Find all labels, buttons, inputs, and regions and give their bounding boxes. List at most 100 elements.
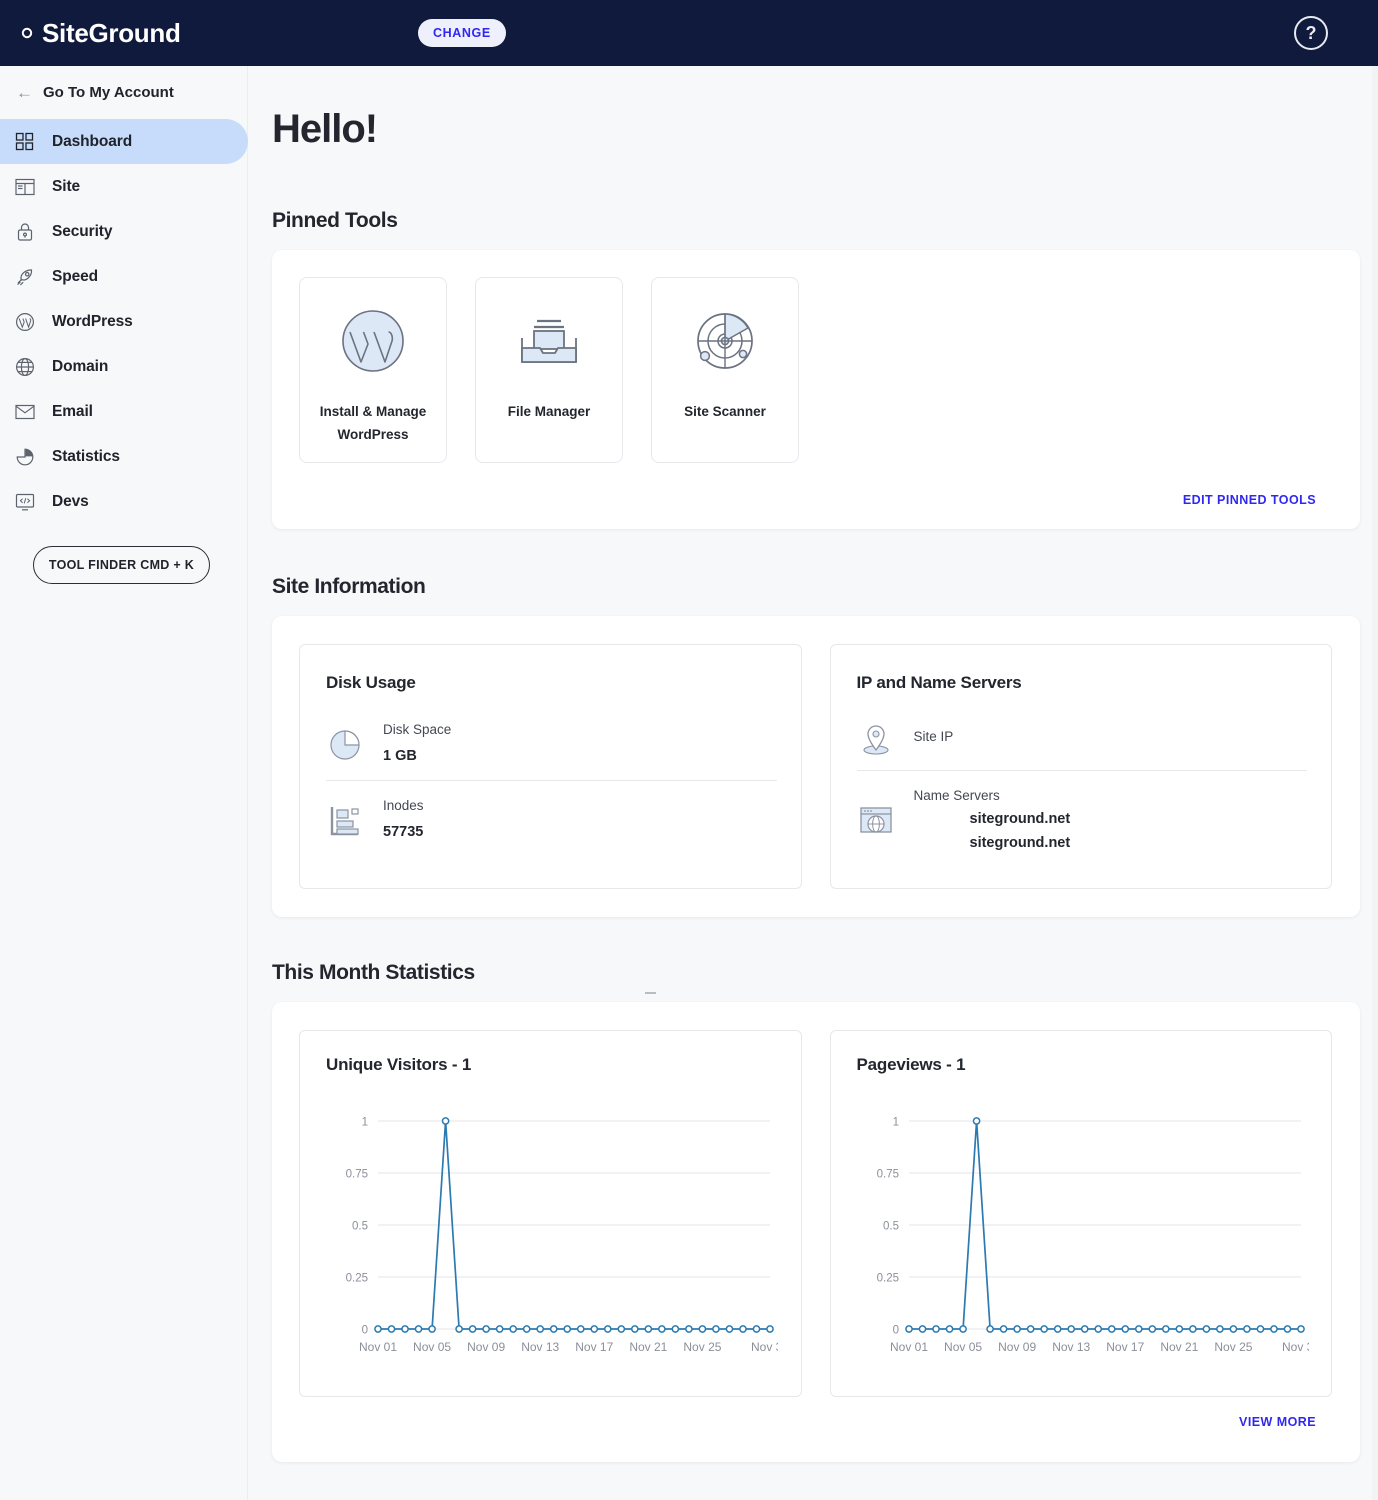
pageviews-chart-title: Pageviews - 1: [856, 1054, 966, 1074]
disk-space-value: 1 GB: [383, 747, 417, 764]
change-button[interactable]: CHANGE: [418, 19, 506, 47]
pinned-tool-label: Site Scanner: [684, 404, 766, 419]
sidebar-item-devs[interactable]: Devs: [0, 479, 247, 524]
sidebar-item-label: Security: [52, 222, 113, 240]
svg-text:1: 1: [362, 1116, 368, 1128]
wordpress-logo-icon: [336, 304, 410, 378]
svg-text:1: 1: [892, 1116, 898, 1128]
sidebar-item-label: WordPress: [52, 312, 133, 330]
sidebar-item-wordpress[interactable]: WordPress: [0, 299, 247, 344]
disk-usage-title: Disk Usage: [326, 673, 416, 692]
inodes-label: Inodes: [383, 798, 424, 814]
file-tray-icon: [512, 304, 586, 378]
pageviews-chart-card: Pageviews - 1 0 0.25 0.5 0.75 1 Nov 01 Nov 05 N…: [829, 1029, 1332, 1397]
pinned-tools-footer: EDIT PINNED TOOLS: [272, 463, 1360, 529]
sidebar-item-site[interactable]: Site: [0, 164, 247, 209]
sidebar-item-statistics[interactable]: Statistics: [0, 434, 247, 479]
ip-name-servers-card: IP and Name Servers Site IP Name Servers…: [829, 644, 1332, 889]
svg-text:Nov 17: Nov 17: [1106, 1340, 1144, 1354]
svg-text:0: 0: [362, 1324, 368, 1336]
name-servers-label: Name Servers: [913, 788, 1000, 803]
siteground-wordmark: SiteGround: [42, 18, 181, 48]
go-to-my-account-link[interactable]: ← Go To My Account: [0, 66, 247, 119]
sidebar-item-label: Dashboard: [52, 132, 133, 150]
sidebar-item-label: Site: [52, 177, 81, 195]
disk-space-row: Disk Space 1 GB: [326, 693, 777, 780]
sidebar: ← Go To My Account Dashboard Site Securi…: [0, 66, 248, 1500]
site-ip-row: Site IP: [857, 693, 1308, 770]
svg-text:0.75: 0.75: [346, 1168, 368, 1180]
site-information-heading: Site Information: [272, 575, 426, 598]
edit-pinned-tools-button[interactable]: EDIT PINNED TOOLS: [1183, 493, 1316, 507]
svg-text:Nov 09: Nov 09: [467, 1340, 505, 1354]
page-title: Hello!: [272, 107, 378, 151]
statistics-footer: VIEW MORE: [272, 1397, 1360, 1429]
sidebar-item-security[interactable]: Security: [0, 209, 247, 254]
svg-text:Nov 30: Nov 30: [751, 1340, 778, 1354]
pie-slice-icon: [326, 725, 364, 763]
svg-text:Nov 25: Nov 25: [683, 1340, 721, 1354]
statistics-tooltip-dash: [645, 992, 656, 994]
go-to-my-account-label: Go To My Account: [43, 84, 174, 101]
site-ip-text: Site IP: [914, 727, 954, 752]
unique-visitors-chart-title: Unique Visitors - 1: [326, 1054, 472, 1074]
pinned-tools-card: Install & Manage WordPress File Manager: [272, 250, 1360, 529]
statistics-heading: This Month Statistics: [272, 960, 475, 984]
disk-space-text: Disk Space 1 GB: [383, 720, 451, 768]
svg-text:Nov 05: Nov 05: [413, 1340, 451, 1354]
sidebar-item-domain[interactable]: Domain: [0, 344, 247, 389]
sidebar-item-email[interactable]: Email: [0, 389, 247, 434]
svg-text:0.5: 0.5: [883, 1220, 899, 1232]
pinned-tool-install-manage-wordpress[interactable]: Install & Manage WordPress: [299, 277, 447, 463]
site-information-body: Disk Usage Disk Space 1 GB Inodes 57735 …: [272, 616, 1360, 917]
radar-icon: [688, 304, 762, 378]
code-icon: [14, 491, 35, 512]
question-circle-icon[interactable]: ?: [1294, 16, 1328, 50]
svg-text:Nov 01: Nov 01: [889, 1340, 927, 1354]
name-servers-row: Name Servers siteground.net siteground.n…: [857, 771, 1308, 868]
ip-name-servers-title: IP and Name Servers: [856, 673, 1022, 692]
tool-finder-button[interactable]: TOOL FINDER CMD + K: [33, 546, 210, 584]
svg-text:Nov 21: Nov 21: [1160, 1340, 1198, 1354]
inodes-row: Inodes 57735: [326, 781, 777, 856]
sidebar-item-speed[interactable]: Speed: [0, 254, 247, 299]
site-ip-label: Site IP: [913, 728, 954, 744]
inodes-text: Inodes 57735: [383, 796, 424, 844]
globe-icon: [14, 356, 35, 377]
name-server-value: siteground.net: [969, 835, 1071, 852]
sidebar-item-label: Devs: [52, 492, 89, 510]
sidebar-item-label: Statistics: [52, 447, 120, 465]
rocket-icon: [14, 266, 35, 287]
unique-visitors-chart[interactable]: 0 0.25 0.5 0.75 1 Nov 01 Nov 05 Nov 09 Nov 13 Nov…: [326, 1105, 790, 1378]
svg-text:0.5: 0.5: [352, 1220, 368, 1232]
arrow-left-icon: ←: [16, 83, 33, 102]
statistics-charts: Unique Visitors - 1 0 0.25 0.5 0.75 1 Nov 01 N…: [272, 1002, 1360, 1397]
svg-text:Nov 01: Nov 01: [359, 1340, 397, 1354]
pageviews-chart[interactable]: 0 0.25 0.5 0.75 1 Nov 01 Nov 05 Nov 09 Nov 13 Nov…: [857, 1105, 1320, 1378]
sidebar-item-label: Domain: [52, 357, 109, 375]
siteground-logo[interactable]: SiteGround: [14, 19, 181, 47]
name-servers-text: Name Servers siteground.net siteground.n…: [914, 786, 1071, 856]
pinned-tool-label: Install & Manage WordPress: [319, 404, 427, 443]
view-more-button[interactable]: VIEW MORE: [1239, 1415, 1316, 1429]
sidebar-item-dashboard[interactable]: Dashboard: [0, 119, 248, 164]
svg-text:Nov 05: Nov 05: [944, 1340, 982, 1354]
grid-icon: [14, 131, 35, 152]
svg-text:0.75: 0.75: [876, 1168, 898, 1180]
envelope-icon: [14, 401, 35, 422]
scrollbar-track[interactable]: [1372, 66, 1378, 1500]
svg-text:Nov 09: Nov 09: [998, 1340, 1036, 1354]
disk-space-label: Disk Space: [383, 722, 452, 737]
top-bar: SiteGround CHANGE ?: [0, 0, 1378, 66]
main-content: Hello! Pinned Tools Install & Manage Wor…: [248, 66, 1378, 1500]
pinned-tool-file-manager[interactable]: File Manager: [475, 277, 623, 463]
svg-text:0.25: 0.25: [346, 1272, 368, 1284]
browser-icon: [14, 176, 35, 197]
pinned-tool-site-scanner[interactable]: Site Scanner: [651, 277, 799, 463]
svg-text:Nov 13: Nov 13: [521, 1340, 559, 1354]
svg-text:Nov 21: Nov 21: [629, 1340, 667, 1354]
disk-usage-card: Disk Usage Disk Space 1 GB Inodes 57735: [299, 644, 802, 889]
browser-globe-icon: [857, 802, 895, 840]
sidebar-item-label: Speed: [52, 267, 99, 285]
sidebar-item-label: Email: [52, 402, 93, 420]
